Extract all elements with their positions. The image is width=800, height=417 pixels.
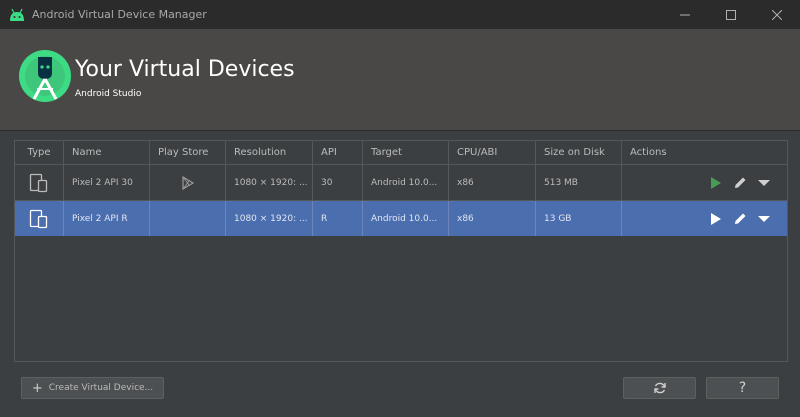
chevron-down-icon [758, 215, 770, 222]
table-row-selected[interactable]: Pixel 2 API R 1080 × 1920: ... R Android… [15, 201, 787, 236]
pencil-icon [735, 213, 746, 224]
column-header-actions[interactable]: Actions [622, 141, 787, 164]
phone-tablet-icon [29, 209, 48, 228]
play-icon [711, 176, 721, 189]
play-icon [711, 212, 721, 225]
size-on-disk: 13 GB [536, 201, 622, 236]
maximize-icon [726, 9, 736, 20]
play-store-cell [150, 201, 226, 236]
column-header-cpu-abi[interactable]: CPU/ABI [449, 141, 536, 164]
device-table: Type Name Play Store Resolution API Targ… [14, 140, 788, 362]
actions-cell [622, 165, 787, 200]
column-header-play-store[interactable]: Play Store [150, 141, 226, 164]
create-virtual-device-button[interactable]: + Create Virtual Device... [21, 377, 164, 399]
device-name: Pixel 2 API 30 [64, 165, 150, 200]
column-header-name[interactable]: Name [64, 141, 150, 164]
header-banner: Your Virtual Devices Android Studio [0, 29, 800, 131]
column-header-api[interactable]: API [313, 141, 363, 164]
column-header-size-on-disk[interactable]: Size on Disk [536, 141, 622, 164]
chevron-down-icon [758, 179, 770, 186]
android-studio-logo [19, 50, 71, 102]
window-controls [662, 0, 800, 29]
refresh-button[interactable] [623, 377, 696, 399]
resolution: 1080 × 1920: ... [226, 165, 313, 200]
window-title: Android Virtual Device Manager [32, 8, 207, 21]
size-on-disk: 513 MB [536, 165, 622, 200]
help-button[interactable]: ? [706, 377, 779, 399]
edit-button[interactable] [733, 176, 747, 190]
edit-button[interactable] [733, 212, 747, 226]
close-icon [772, 9, 782, 20]
android-icon [10, 8, 24, 21]
play-store-icon [181, 175, 194, 190]
actions-cell [622, 201, 787, 236]
column-header-target[interactable]: Target [363, 141, 449, 164]
cpu-abi: x86 [449, 201, 536, 236]
run-button[interactable] [709, 176, 723, 190]
api-level: 30 [313, 165, 363, 200]
cpu-abi: x86 [449, 165, 536, 200]
target: Android 10.0... [363, 165, 449, 200]
title-bar: Android Virtual Device Manager [0, 0, 800, 29]
plus-icon: + [31, 380, 43, 396]
type-cell [15, 201, 64, 236]
minimize-button[interactable] [662, 0, 708, 29]
close-button[interactable] [754, 0, 800, 29]
more-actions-button[interactable] [757, 176, 771, 190]
run-button[interactable] [709, 212, 723, 226]
maximize-button[interactable] [708, 0, 754, 29]
page-subtitle: Android Studio [75, 89, 142, 99]
phone-tablet-icon [29, 173, 48, 192]
resolution: 1080 × 1920: ... [226, 201, 313, 236]
target: Android 10.0... [363, 201, 449, 236]
table-header: Type Name Play Store Resolution API Targ… [15, 141, 787, 165]
page-title: Your Virtual Devices [75, 57, 295, 82]
column-header-resolution[interactable]: Resolution [226, 141, 313, 164]
play-store-cell [150, 165, 226, 200]
pencil-icon [735, 177, 746, 188]
type-cell [15, 165, 64, 200]
refresh-icon [653, 382, 666, 394]
table-row[interactable]: Pixel 2 API 30 1080 × 1920: ... 30 Andro… [15, 165, 787, 201]
minimize-icon [680, 14, 690, 15]
device-name: Pixel 2 API R [64, 201, 150, 236]
api-level: R [313, 201, 363, 236]
column-header-type[interactable]: Type [15, 141, 64, 164]
help-label: ? [738, 380, 747, 396]
more-actions-button[interactable] [757, 212, 771, 226]
create-virtual-device-label: Create Virtual Device... [48, 383, 154, 393]
